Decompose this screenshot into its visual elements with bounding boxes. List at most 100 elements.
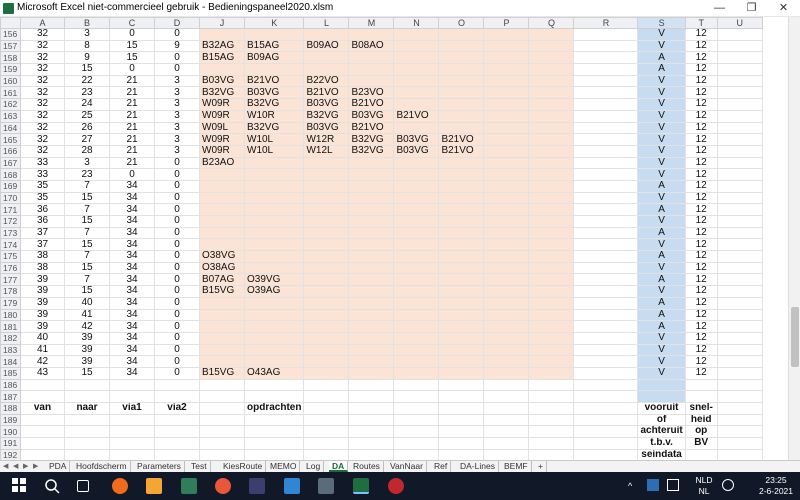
cell-empty[interactable] (303, 448, 350, 460)
cell-r[interactable] (573, 355, 639, 368)
cell-opdracht[interactable] (438, 366, 485, 380)
app-icon-red[interactable] (388, 478, 404, 494)
cell-r[interactable] (573, 366, 639, 380)
cell-opdracht[interactable] (303, 238, 350, 252)
cell-opdracht[interactable] (393, 51, 440, 65)
cell-richting[interactable]: V (637, 156, 686, 170)
cell-opdracht[interactable]: W09R (199, 144, 245, 158)
cell-opdracht[interactable]: B21VO (438, 144, 485, 158)
cell-opdracht[interactable] (348, 343, 395, 357)
cell-opdracht[interactable]: B21VO (348, 121, 395, 135)
cell-via2[interactable]: 0 (154, 51, 200, 65)
cell-via1[interactable]: 21 (109, 156, 155, 170)
cell-opdracht[interactable] (528, 168, 575, 181)
cell-empty[interactable] (20, 413, 65, 427)
cell-opdracht[interactable]: B15AG (199, 51, 245, 65)
cell-empty[interactable] (573, 378, 639, 392)
cell-empty[interactable] (154, 437, 200, 450)
cell-empty[interactable] (716, 378, 763, 392)
cell-empty[interactable] (438, 437, 485, 450)
cell-naar[interactable]: 41 (64, 308, 110, 322)
cell-opdracht[interactable]: B03VG (303, 98, 350, 111)
cell-naar[interactable]: 25 (64, 109, 110, 123)
cell-richting[interactable]: V (637, 28, 686, 41)
cell-opdracht[interactable] (528, 355, 575, 368)
search-icon[interactable] (44, 478, 60, 494)
cell-naar[interactable]: 3 (64, 156, 110, 170)
cell-opdracht[interactable] (483, 250, 530, 263)
cell-opdracht[interactable]: B09AG (243, 51, 305, 65)
cell-opdracht[interactable]: B23AO (199, 156, 245, 170)
clock[interactable]: 23:25 2-6-2021 (758, 475, 794, 497)
cell-opdracht[interactable] (303, 156, 350, 170)
cell-richting[interactable]: V (637, 121, 686, 135)
cell-opdracht[interactable] (438, 320, 485, 333)
cell-via2[interactable]: 0 (154, 355, 200, 368)
cell-opdracht[interactable] (438, 74, 485, 88)
cell-r[interactable] (573, 296, 639, 310)
row-header[interactable]: 173 (0, 226, 21, 240)
cell-opdracht[interactable] (528, 343, 575, 357)
cell-r[interactable] (573, 273, 639, 287)
cell-opdracht[interactable] (528, 215, 575, 228)
cell-opdracht[interactable]: B21VO (303, 86, 350, 100)
cell-opdracht[interactable] (528, 109, 575, 123)
vertical-scrollbar[interactable] (788, 17, 800, 460)
cell-naar[interactable]: 15 (64, 261, 110, 275)
cell-snelheid[interactable]: 12 (684, 308, 718, 322)
cell-van[interactable]: 35 (20, 191, 65, 205)
cell-opdracht[interactable] (483, 203, 530, 216)
cell-empty[interactable] (637, 378, 686, 392)
cell-opdracht[interactable] (528, 285, 575, 298)
cell-opdracht[interactable] (243, 238, 305, 252)
cell-opdracht[interactable] (438, 51, 485, 65)
row-header[interactable]: 174 (0, 238, 21, 252)
cell-van[interactable]: 32 (20, 133, 65, 146)
cell-van[interactable]: 42 (20, 355, 65, 368)
row-header[interactable]: 165 (0, 133, 21, 146)
cell-empty[interactable] (303, 402, 350, 415)
cell-opdracht[interactable] (483, 273, 530, 287)
cell-naar[interactable]: 22 (64, 74, 110, 88)
cell-snelheid[interactable]: 12 (684, 320, 718, 333)
row-header[interactable]: 162 (0, 98, 21, 111)
cell-via2[interactable]: 3 (154, 109, 200, 123)
cell-opdracht[interactable] (348, 168, 395, 181)
cell-opdracht[interactable] (438, 28, 485, 41)
label-via1[interactable]: via1 (109, 402, 155, 415)
media-player-icon[interactable] (146, 478, 162, 494)
cell-van[interactable]: 32 (20, 63, 65, 76)
row-header[interactable]: 156 (0, 28, 21, 41)
last-sheet-icon[interactable]: ▶ (33, 462, 38, 470)
cell-opdracht[interactable]: W10L (243, 133, 305, 146)
row-header[interactable]: 172 (0, 215, 21, 228)
cell-opdracht[interactable] (199, 343, 245, 357)
cell-empty[interactable] (243, 413, 305, 427)
language-indicator[interactable]: NLD NL (694, 475, 714, 497)
cell-opdracht[interactable]: B21VO (243, 74, 305, 88)
cell-opdracht[interactable] (303, 215, 350, 228)
cell-opdracht[interactable] (483, 261, 530, 275)
cell-opdracht[interactable] (243, 28, 305, 41)
cell-empty[interactable] (243, 448, 305, 460)
cell-opdracht[interactable] (438, 215, 485, 228)
cell-opdracht[interactable]: B07AG (199, 273, 245, 287)
cell-richting[interactable]: V (637, 39, 686, 53)
cell-u[interactable] (716, 273, 763, 287)
cell-opdracht[interactable]: B03VG (199, 74, 245, 88)
cell-opdracht[interactable] (303, 250, 350, 263)
cell-opdracht[interactable] (483, 238, 530, 252)
cell-opdracht[interactable] (303, 51, 350, 65)
cell-opdracht[interactable] (393, 308, 440, 322)
cell-opdracht[interactable]: B21VO (348, 98, 395, 111)
cell-opdracht[interactable] (303, 331, 350, 345)
cell-opdracht[interactable] (348, 308, 395, 322)
cell-opdracht[interactable] (243, 191, 305, 205)
cell-via1[interactable]: 34 (109, 273, 155, 287)
cell-empty[interactable] (348, 448, 395, 460)
cell-opdracht[interactable] (199, 355, 245, 368)
first-sheet-icon[interactable]: ◀ (3, 462, 8, 470)
cell-empty[interactable] (573, 413, 639, 427)
cell-empty[interactable] (573, 437, 639, 450)
cell-opdracht[interactable] (303, 308, 350, 322)
